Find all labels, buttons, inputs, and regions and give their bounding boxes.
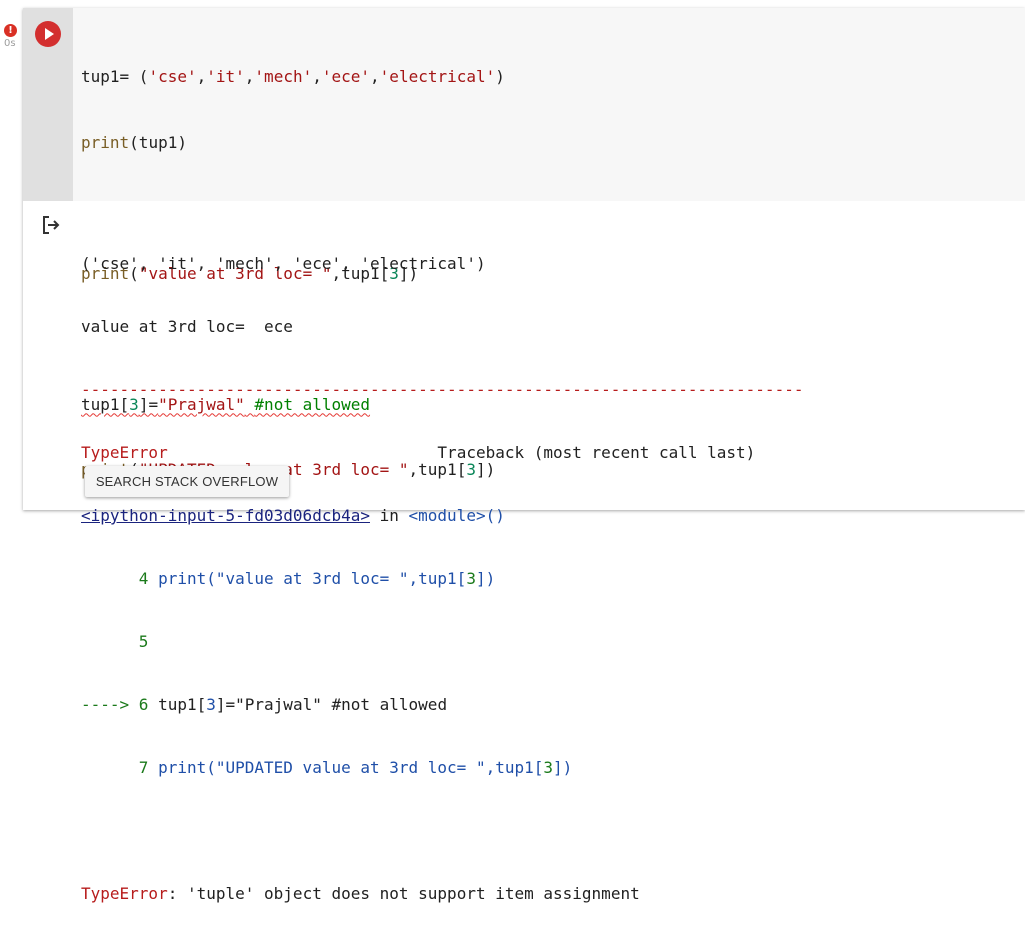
code-line-2: print(tup1) <box>81 132 187 152</box>
traceback-location: <ipython-input-5-fd03d06dcb4a> in <modul… <box>81 506 505 525</box>
run-cell-button[interactable] <box>35 21 61 47</box>
traceback-line-7: 7 print("UPDATED value at 3rd loc= ",tup… <box>81 758 573 777</box>
traceback-line-4: 4 print("value at 3rd loc= ",tup1[3]) <box>81 569 496 588</box>
search-stack-overflow-button[interactable]: SEARCH STACK OVERFLOW <box>85 466 289 497</box>
error-message: TypeError: 'tuple' object does not suppo… <box>81 884 640 903</box>
execution-time: 0s <box>4 38 16 49</box>
output-gutter <box>23 201 73 510</box>
traceback-line-5: 5 <box>81 632 149 651</box>
cell-output: ('cse', 'it', 'mech', 'ece', 'electrical… <box>81 211 803 925</box>
output-blank <box>81 820 803 841</box>
play-icon <box>45 28 54 40</box>
output-exit-icon[interactable] <box>40 214 62 236</box>
traceback-line-6: ----> 6 tup1[3]="Prajwal" #not allowed <box>81 695 448 714</box>
traceback-separator: ----------------------------------------… <box>81 380 804 399</box>
traceback-header: TypeError Traceback (most recent call la… <box>81 443 756 462</box>
ipython-input-link[interactable]: <ipython-input-5-fd03d06dcb4a> <box>81 506 370 525</box>
error-badge-icon: ! <box>4 24 17 37</box>
output-tuple: ('cse', 'it', 'mech', 'ece', 'electrical… <box>81 254 486 273</box>
code-line-1: tup1= ('cse','it','mech','ece','electric… <box>81 67 505 86</box>
output-value: value at 3rd loc= ece <box>81 317 293 336</box>
